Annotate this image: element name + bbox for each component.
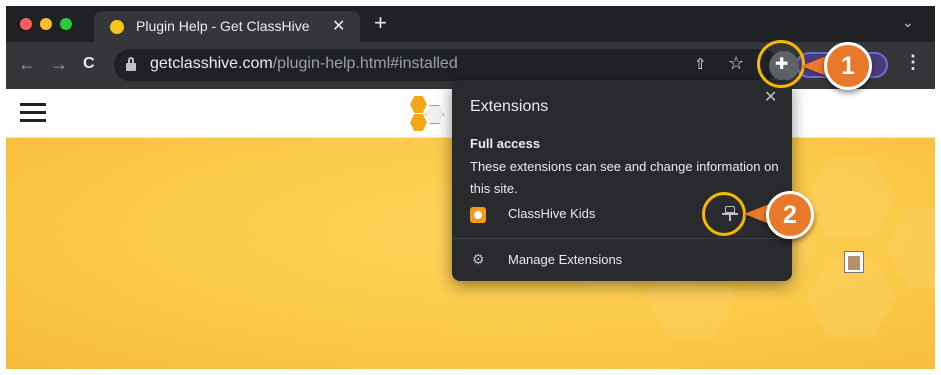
highlight-ring-pin <box>702 192 746 236</box>
maximize-window-button[interactable] <box>60 18 72 30</box>
tab-title: Plugin Help - Get ClassHive <box>136 18 310 34</box>
manage-extensions-item[interactable]: ⚙ Manage Extensions <box>470 251 780 273</box>
popup-divider <box>452 238 792 239</box>
browser-window: Plugin Help - Get ClassHive ✕ + ⌄ ← → C … <box>6 6 935 369</box>
extension-name: ClassHive Kids <box>508 206 596 221</box>
share-icon[interactable]: ⇧ <box>694 55 707 73</box>
clipboard-icon[interactable] <box>844 251 864 273</box>
callout-badge-2: 2 <box>766 191 814 239</box>
classhive-kids-icon <box>470 207 486 223</box>
classhive-logo[interactable] <box>406 94 446 134</box>
bookmark-star-icon[interactable]: ☆ <box>728 53 744 74</box>
gear-icon: ⚙ <box>472 251 485 267</box>
full-access-description: These extensions can see and change info… <box>470 159 779 196</box>
close-window-button[interactable] <box>20 18 32 30</box>
url-path: /plugin-help.html#installed <box>272 55 458 72</box>
popup-close-icon[interactable]: ✕ <box>764 87 777 107</box>
minimize-window-button[interactable] <box>40 18 52 30</box>
hamburger-icon[interactable] <box>6 89 66 137</box>
extensions-popup: Extensions ✕ Full access These extension… <box>452 80 792 281</box>
forward-button[interactable]: → <box>50 54 68 75</box>
new-tab-button[interactable]: + <box>374 10 387 36</box>
lock-icon[interactable] <box>126 57 136 71</box>
url-host: getclasshive.com <box>150 55 273 72</box>
manage-extensions-label: Manage Extensions <box>508 252 623 267</box>
url-text: getclasshive.com/plugin-help.html#instal… <box>150 55 458 73</box>
callout-badge-1: 1 <box>824 42 872 90</box>
tab-strip: Plugin Help - Get ClassHive ✕ + ⌄ <box>6 6 935 42</box>
browser-menu-icon[interactable]: ⋮ <box>904 52 922 73</box>
highlight-ring-extensions <box>757 40 805 88</box>
tab-close-icon[interactable]: ✕ <box>332 16 345 36</box>
address-bar[interactable]: getclasshive.com/plugin-help.html#instal… <box>114 49 779 81</box>
tab-search-icon[interactable]: ⌄ <box>902 14 914 31</box>
reload-button[interactable]: C <box>83 55 95 73</box>
popup-title: Extensions <box>470 98 549 115</box>
full-access-heading: Full access <box>470 136 541 151</box>
bee-favicon-icon <box>110 20 124 34</box>
back-button[interactable]: ← <box>18 54 36 75</box>
tab-plugin-help[interactable]: Plugin Help - Get ClassHive ✕ <box>94 11 360 42</box>
